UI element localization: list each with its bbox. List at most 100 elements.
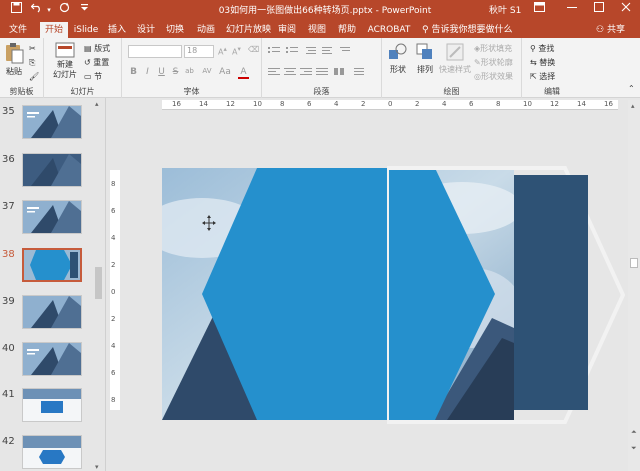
- scroll-up-icon[interactable]: ▴: [95, 100, 99, 108]
- slide-thumbnail[interactable]: [22, 435, 82, 469]
- shape-effects-button[interactable]: ◎形状效果: [474, 71, 513, 82]
- ruler-tick-label: 12: [226, 100, 235, 108]
- tab-design[interactable]: 设计: [135, 22, 157, 38]
- layout-button[interactable]: ▤ 版式: [84, 43, 110, 54]
- tab-insert[interactable]: 插入: [106, 22, 128, 38]
- slide-thumbnail[interactable]: [22, 388, 82, 422]
- copy-icon[interactable]: ⎘: [29, 58, 35, 68]
- quick-styles-label: 快速样式: [439, 65, 471, 74]
- ruler-tick-label: 6: [307, 100, 312, 108]
- slide-thumbnail[interactable]: [22, 200, 82, 234]
- ruler-tick-label: 6: [111, 369, 116, 377]
- customize-icon[interactable]: [79, 2, 89, 18]
- scroll-thumb[interactable]: [95, 267, 102, 299]
- ruler-tick-label: 12: [550, 100, 559, 108]
- ruler-tick-label: 2: [415, 100, 420, 108]
- paste-button[interactable]: 粘贴: [3, 42, 25, 77]
- navy-rectangle[interactable]: [514, 175, 588, 410]
- new-slide-button[interactable]: 新建 幻灯片: [50, 42, 80, 80]
- section-button[interactable]: ▭ 节: [84, 71, 102, 82]
- undo-icon[interactable]: [30, 2, 44, 18]
- lightbulb-icon: ⚲: [422, 25, 429, 35]
- scroll-down-icon[interactable]: ▾: [95, 463, 99, 471]
- font-size-select[interactable]: 18: [184, 45, 214, 58]
- tab-acrobat[interactable]: ACROBAT: [366, 22, 412, 38]
- ruler-tick-label: 8: [280, 100, 285, 108]
- layout-icon: ▤: [84, 44, 92, 53]
- slide-thumbnail[interactable]: [22, 248, 82, 282]
- slide-thumbnail[interactable]: [22, 342, 82, 376]
- close-icon[interactable]: [619, 2, 633, 18]
- clear-format-icon[interactable]: ⌫: [248, 45, 259, 54]
- tab-home[interactable]: 开始: [40, 22, 68, 38]
- tell-me-search[interactable]: ⚲ 告诉我你想要做什么: [422, 22, 512, 38]
- quick-styles-button[interactable]: 快速样式: [438, 42, 472, 75]
- scroll-up-icon[interactable]: ▴: [631, 102, 635, 110]
- reset-button[interactable]: ↺ 重置: [84, 57, 109, 68]
- hexagon-outline-overflow[interactable]: [387, 166, 627, 424]
- shapes-label: 形状: [390, 65, 406, 74]
- section-label: 节: [94, 72, 103, 81]
- save-icon[interactable]: [9, 2, 23, 18]
- redo-icon[interactable]: [57, 2, 71, 18]
- next-slide-icon[interactable]: ⏷: [631, 444, 637, 453]
- minimize-icon[interactable]: [565, 2, 579, 18]
- ribbon-options-icon[interactable]: [532, 2, 546, 18]
- strikethrough-button[interactable]: S: [170, 67, 181, 77]
- user-name[interactable]: 秋叶 S1: [489, 3, 521, 16]
- scroll-thumb[interactable]: [630, 258, 638, 268]
- shrink-font-icon[interactable]: A▾: [232, 45, 241, 57]
- slide-scrollbar[interactable]: ▴ ⏶ ⏷: [628, 100, 640, 471]
- arrange-label: 排列: [417, 65, 433, 74]
- ruler-tick-label: 0: [388, 100, 393, 108]
- shapes-button[interactable]: 形状: [385, 42, 411, 75]
- cut-icon[interactable]: ✂: [29, 44, 36, 53]
- person-icon: ⚇: [596, 25, 605, 35]
- format-painter-icon[interactable]: 🖌: [29, 72, 39, 81]
- thumbnail-scrollbar[interactable]: ▴ ▾: [94, 100, 103, 471]
- prev-slide-icon[interactable]: ⏶: [631, 428, 637, 437]
- slides-label: 幻灯片: [70, 87, 95, 96]
- tab-islide[interactable]: iSlide: [71, 22, 101, 38]
- editing-group: ⚲ 查找 ⇆ 替换 ⇱ 选择 编辑: [522, 38, 582, 98]
- paragraph-label: 段落: [313, 87, 330, 96]
- ruler-tick-label: 4: [334, 100, 339, 108]
- font-color-button[interactable]: A: [238, 67, 249, 79]
- bold-button[interactable]: B: [128, 67, 139, 77]
- tab-slideshow[interactable]: 幻灯片放映: [226, 22, 271, 38]
- drawing-group: 形状 排列 快速样式 ◈形状填充 ✎形状轮廓 ◎形状效果 绘图: [382, 38, 522, 98]
- select-button[interactable]: ⇱ 选择: [530, 71, 555, 82]
- slide-number: 39: [2, 296, 15, 307]
- change-case-button[interactable]: Aa: [218, 67, 232, 77]
- collapse-ribbon-icon[interactable]: ⌃: [628, 84, 635, 93]
- arrange-button[interactable]: 排列: [412, 42, 438, 75]
- restore-icon[interactable]: [592, 2, 606, 18]
- tab-animations[interactable]: 动画: [194, 22, 218, 38]
- tab-review[interactable]: 审阅: [276, 22, 298, 38]
- tab-transitions[interactable]: 切换: [164, 22, 186, 38]
- tab-file[interactable]: 文件: [4, 22, 32, 38]
- slide-number: 42: [2, 436, 15, 447]
- find-button[interactable]: ⚲ 查找: [530, 43, 554, 54]
- slide-thumbnail[interactable]: [22, 295, 82, 329]
- tab-help[interactable]: 帮助: [336, 22, 358, 38]
- shapes-icon: [389, 43, 407, 59]
- replace-button[interactable]: ⇆ 替换: [530, 57, 555, 68]
- underline-button[interactable]: U: [156, 67, 167, 77]
- slide-thumbnails-panel: 35 36 37 38 39 40 41 42: [0, 98, 106, 471]
- spacing-button[interactable]: AV: [200, 67, 214, 75]
- italic-button[interactable]: I: [142, 67, 153, 77]
- vertical-ruler: 8 6 4 2 0 2 4 6 8: [110, 170, 120, 410]
- shape-fill-button[interactable]: ◈形状填充: [474, 43, 512, 54]
- slide-thumbnail[interactable]: [22, 105, 82, 139]
- slide-thumbnail[interactable]: [22, 153, 82, 187]
- font-name-select[interactable]: [128, 45, 182, 58]
- tab-view[interactable]: 视图: [306, 22, 328, 38]
- grow-font-icon[interactable]: A▴: [218, 45, 227, 57]
- shadow-button[interactable]: ab: [184, 67, 195, 75]
- shape-effects-label: 形状效果: [480, 72, 513, 81]
- shape-outline-button[interactable]: ✎形状轮廓: [474, 57, 513, 68]
- undo-dropdown-icon[interactable]: ▾: [45, 2, 53, 18]
- share-button[interactable]: ⚇ 共享: [596, 22, 625, 38]
- paragraph-icons[interactable]: [268, 46, 378, 80]
